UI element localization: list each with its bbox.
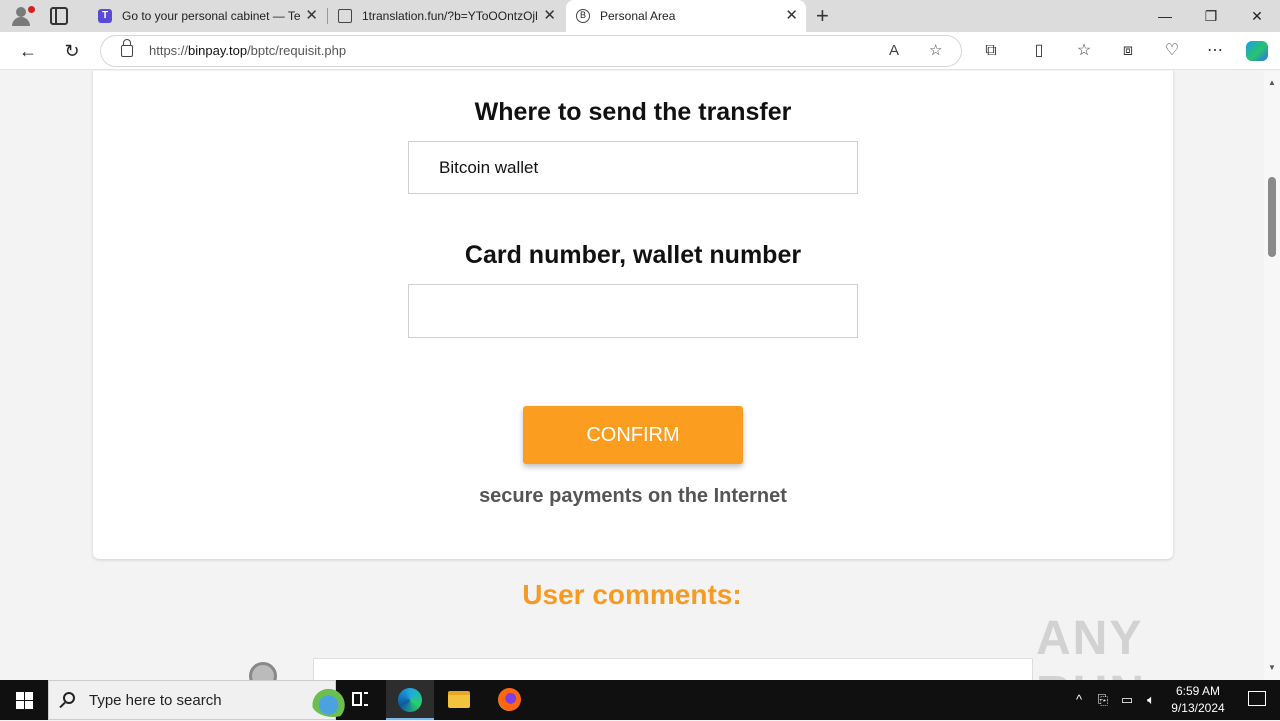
- wallet-number-field[interactable]: [408, 284, 858, 338]
- tab-title: Go to your personal cabinet — Te: [122, 9, 301, 23]
- scroll-up-icon[interactable]: ▲: [1264, 75, 1280, 91]
- task-view-icon[interactable]: [336, 680, 384, 720]
- destination-select-input[interactable]: Bitcoin wallet: [409, 142, 857, 193]
- tab-translation[interactable]: 1translation.fun/?b=YToOOntzOjl ✕: [328, 0, 564, 32]
- watermark-text: ANY RUN: [1036, 612, 1144, 680]
- clock-time: 6:59 AM: [1175, 684, 1221, 698]
- transfer-form-card: Where to send the transfer Bitcoin walle…: [93, 71, 1173, 559]
- file-explorer-icon[interactable]: [436, 680, 484, 720]
- scroll-down-icon[interactable]: ▼: [1264, 660, 1280, 676]
- comment-card: [313, 658, 1033, 680]
- address-bar[interactable]: https://binpay.top/bptc/requisit.php A ☆: [100, 35, 962, 67]
- close-tab-icon[interactable]: ✕: [305, 0, 318, 32]
- back-icon[interactable]: ←: [10, 32, 46, 70]
- volume-icon[interactable]: 🔈︎: [1140, 680, 1162, 720]
- tab-title: 1translation.fun/?b=YToOOntzOjl: [362, 9, 538, 23]
- edge-taskbar-icon[interactable]: [386, 680, 434, 720]
- send-heading: Where to send the transfer: [474, 98, 792, 126]
- destination-select[interactable]: Bitcoin wallet: [408, 141, 858, 194]
- collections-icon[interactable]: ⧈: [1110, 32, 1146, 70]
- more-menu-icon[interactable]: ⋯: [1197, 32, 1233, 70]
- page-scrollbar[interactable]: ▲ ▼: [1264, 71, 1280, 680]
- tray-chevron-icon[interactable]: ^: [1068, 680, 1090, 720]
- confirm-button[interactable]: CONFIRM: [523, 406, 743, 464]
- read-aloud-icon[interactable]: A: [889, 36, 899, 66]
- favorite-star-icon[interactable]: ☆: [929, 36, 942, 66]
- tab-title: Personal Area: [600, 9, 676, 23]
- secure-payments-text: secure payments on the Internet: [479, 485, 787, 507]
- extensions-icon[interactable]: ⧉: [973, 32, 1009, 70]
- restore-icon[interactable]: ❐: [1188, 0, 1234, 32]
- close-window-icon[interactable]: ✕: [1234, 0, 1280, 32]
- taskbar-search-box[interactable]: Type here to search: [48, 680, 355, 720]
- refresh-icon[interactable]: ↻: [54, 32, 90, 70]
- close-tab-icon[interactable]: ✕: [543, 0, 556, 32]
- document-icon: [338, 9, 352, 23]
- b-circle-icon: B: [576, 9, 590, 23]
- system-clock[interactable]: 6:59 AM 9/13/2024: [1160, 683, 1236, 717]
- comments-heading: User comments:: [522, 579, 742, 610]
- favorites-icon[interactable]: ☆: [1066, 32, 1102, 70]
- url-text[interactable]: https://binpay.top/bptc/requisit.php: [149, 36, 346, 66]
- network-icon[interactable]: ▭: [1116, 680, 1138, 720]
- number-heading: Card number, wallet number: [464, 241, 802, 269]
- lock-icon[interactable]: [121, 39, 133, 57]
- browser-toolbar: ← ↻ https://binpay.top/bptc/requisit.php…: [0, 32, 1280, 70]
- browser-essentials-icon[interactable]: ♡: [1154, 32, 1190, 70]
- page-viewport: Where to send the transfer Bitcoin walle…: [0, 71, 1264, 680]
- windows-start-icon[interactable]: [0, 680, 48, 720]
- scroll-thumb[interactable]: [1268, 177, 1276, 257]
- search-placeholder: Type here to search: [89, 692, 222, 709]
- avatar: [249, 662, 277, 680]
- tab-personal-cabinet[interactable]: T Go to your personal cabinet — Te ✕: [88, 0, 326, 32]
- notifications-icon[interactable]: [1236, 680, 1280, 720]
- tab-strip: T Go to your personal cabinet — Te ✕ 1tr…: [0, 0, 1280, 32]
- new-tab-icon[interactable]: +: [816, 3, 829, 29]
- wallet-number-input[interactable]: [409, 285, 857, 337]
- copilot-icon[interactable]: [1246, 41, 1268, 61]
- telegram-t-icon: T: [98, 9, 112, 23]
- close-tab-icon[interactable]: ✕: [785, 0, 798, 32]
- minimize-icon[interactable]: —: [1142, 0, 1188, 32]
- clock-date: 9/13/2024: [1171, 701, 1225, 715]
- tab-actions-icon[interactable]: [50, 7, 68, 25]
- windows-taskbar: Type here to search ^ ⎘ ▭ 🔈︎ 6:59 AM 9/1…: [0, 680, 1280, 720]
- split-screen-icon[interactable]: ▯: [1021, 32, 1057, 70]
- tab-personal-area[interactable]: B Personal Area ✕: [566, 0, 806, 32]
- tray-device-icon[interactable]: ⎘: [1092, 680, 1114, 720]
- profile-icon[interactable]: [8, 4, 36, 28]
- firefox-icon[interactable]: [486, 680, 534, 720]
- search-icon: [63, 692, 75, 704]
